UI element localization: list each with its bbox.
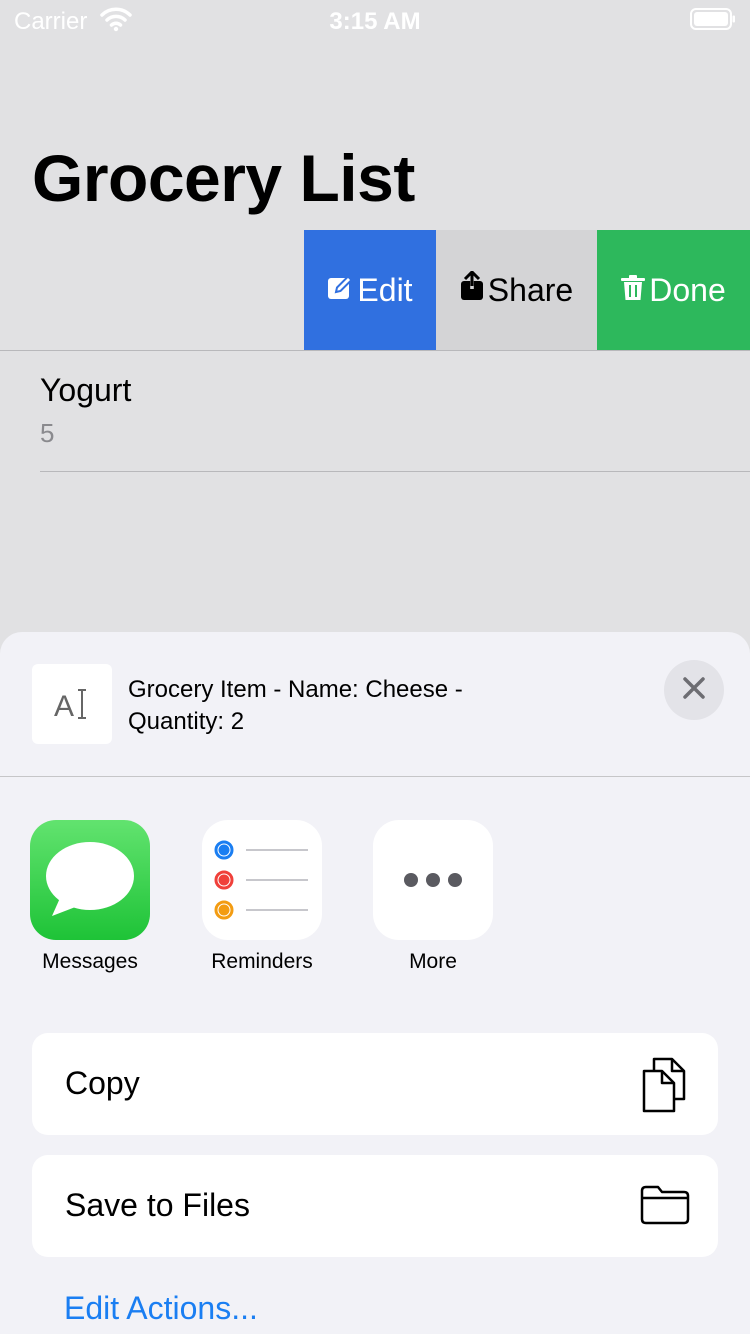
save-to-files-action[interactable]: Save to Files [32,1155,718,1257]
item-name: Yogurt [40,372,132,408]
done-button[interactable]: Done [597,230,750,350]
edit-actions-link[interactable]: Edit Actions... [64,1290,258,1327]
action-label: Save to Files [65,1187,250,1223]
edit-button[interactable]: Edit [304,230,436,350]
app-label: Reminders [211,950,313,973]
app-messages[interactable]: Messages [30,820,150,973]
action-label: Copy [65,1065,140,1101]
more-icon [373,820,493,940]
item-quantity: 5 [40,418,55,448]
share-label: Share [487,271,574,308]
text-document-icon: A [32,664,112,744]
share-preview-text: Grocery Item - Name: Cheese - Quantity: … [128,676,463,735]
trash-icon [621,272,649,309]
edit-label: Edit [357,271,413,308]
done-label: Done [649,271,726,308]
sheet-separator [0,776,750,777]
page-title: Grocery List [32,141,415,215]
share-button[interactable]: Share [436,230,597,350]
folder-icon [640,1185,690,1230]
copy-action[interactable]: Copy [32,1033,718,1135]
edit-icon [327,272,357,309]
status-bar: Carrier 3:15 AM [0,0,750,40]
share-sheet: A Grocery Item - Name: Cheese - Quantity… [0,632,750,1334]
status-time: 3:15 AM [329,8,421,35]
list-separator [40,471,750,472]
app-more[interactable]: More [373,820,493,973]
reminders-icon [202,820,322,940]
swipe-actions: Edit Share Done [304,230,750,350]
app-label: More [409,950,457,973]
battery-icon [690,8,736,30]
svg-text:A: A [54,690,74,722]
list-separator [0,350,750,351]
copy-icon [640,1055,690,1118]
messages-icon [30,820,150,940]
app-reminders[interactable]: Reminders [202,820,322,973]
share-icon [460,269,488,309]
close-icon [682,676,706,705]
close-button[interactable] [664,660,724,720]
app-label: Messages [42,950,138,973]
